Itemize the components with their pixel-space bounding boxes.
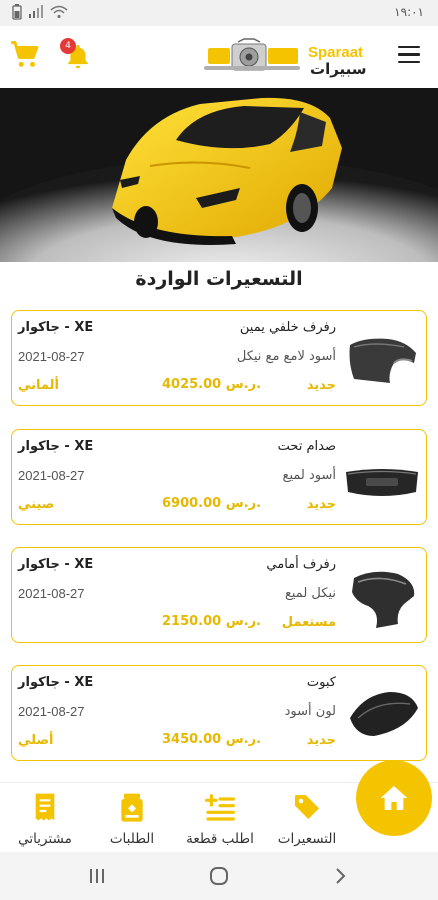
nav-request-part[interactable]: اطلب قطعة xyxy=(175,783,265,855)
nav-request-part-label: اطلب قطعة xyxy=(186,831,254,847)
quote-card[interactable]: رفرف أمامي نيكل لميع مستعمل 2150.00 ر.س.… xyxy=(11,547,427,643)
quote-card[interactable]: كبوت لون أسود جديد 3450.00 ر.س. جاكوار -… xyxy=(11,665,427,761)
nav-purchases[interactable]: مشترياتي xyxy=(0,783,90,855)
front-fender-image xyxy=(352,571,415,628)
nav-purchases-label: مشترياتي xyxy=(18,831,72,847)
part-name: صدام تحت xyxy=(277,439,336,454)
cart-icon xyxy=(11,41,39,67)
tag-icon xyxy=(295,795,319,819)
notifications-button[interactable]: 4 xyxy=(60,38,94,72)
app-screen: ١٩:٠١ 4 Sparaat سبيرات التسعيرات الواردة… xyxy=(0,0,438,900)
nav-orders-label: الطلبات xyxy=(109,831,155,847)
rear-fender-image xyxy=(349,338,416,383)
part-description: لون أسود xyxy=(284,704,336,719)
section-title: التسعيرات الواردة xyxy=(135,268,303,290)
bumper-image xyxy=(346,469,418,496)
sparaat-logo: Sparaat سبيرات xyxy=(202,36,367,78)
home-button[interactable] xyxy=(356,760,432,836)
part-price: 2150.00 ر.س. xyxy=(162,614,262,629)
quote-date: 2021-08-27 xyxy=(18,468,85,483)
hood-image xyxy=(350,692,418,736)
vehicle-model: جاكوار - XE xyxy=(18,675,94,690)
signal-icon xyxy=(29,5,43,18)
part-name: رفرف أمامي xyxy=(266,557,336,572)
logo-arabic-text: سبيرات xyxy=(310,60,367,78)
quote-card[interactable]: رفرف خلفي يمين أسود لامع مع نيكل جديد 40… xyxy=(11,310,427,406)
engine-logo-icon xyxy=(204,38,300,71)
quote-card[interactable]: صدام تحت أسود لميع جديد 6900.00 ر.س. جاك… xyxy=(11,429,427,525)
menu-button[interactable] xyxy=(398,46,420,64)
hero-banner xyxy=(0,88,438,262)
menu-icon xyxy=(398,46,420,49)
nav-pricing-label: التسعيرات xyxy=(277,831,337,847)
quote-date: 2021-08-27 xyxy=(18,704,85,719)
part-condition: جديد xyxy=(306,733,336,748)
cart-button[interactable] xyxy=(10,40,40,70)
back-icon[interactable] xyxy=(334,867,346,885)
wifi-icon xyxy=(50,5,68,19)
logo-latin-text: Sparaat xyxy=(308,44,364,61)
part-name: كبوت xyxy=(306,675,336,690)
part-origin: ألماني xyxy=(18,378,59,393)
battery-icon xyxy=(12,4,22,20)
status-time: ١٩:٠١ xyxy=(394,5,424,19)
menu-icon-line xyxy=(398,60,420,64)
notification-badge: 4 xyxy=(60,38,76,54)
menu-icon-line xyxy=(398,53,420,56)
orders-icon xyxy=(121,793,143,822)
part-condition: جديد xyxy=(306,378,336,393)
quote-date: 2021-08-27 xyxy=(18,349,85,364)
part-condition: جديد xyxy=(306,497,336,512)
part-condition: مستعمل xyxy=(281,615,336,630)
part-origin: أصلي xyxy=(18,733,54,748)
vehicle-model: جاكوار - XE xyxy=(18,439,94,454)
part-price: 3450.00 ر.س. xyxy=(162,732,262,747)
part-description: أسود لامع مع نيكل xyxy=(236,349,336,364)
vehicle-model: جاكوار - XE xyxy=(18,557,94,572)
status-icons xyxy=(12,4,68,20)
app-header: 4 Sparaat سبيرات xyxy=(0,26,438,88)
part-price: 6900.00 ر.س. xyxy=(162,496,262,511)
vehicle-model: جاكوار - XE xyxy=(18,320,94,335)
receipt-icon xyxy=(35,793,55,821)
part-price: 4025.00 ر.س. xyxy=(162,377,262,392)
system-navigation-bar xyxy=(0,852,438,900)
part-origin: صيني xyxy=(18,497,55,512)
quote-date: 2021-08-27 xyxy=(18,586,85,601)
home-icon xyxy=(380,786,408,810)
add-list-icon xyxy=(205,794,235,821)
nav-pricing[interactable]: التسعيرات xyxy=(262,783,352,855)
part-name: رفرف خلفي يمين xyxy=(239,320,336,335)
status-bar: ١٩:٠١ xyxy=(0,0,438,26)
nav-orders[interactable]: الطلبات xyxy=(87,783,177,855)
part-description: أسود لميع xyxy=(282,468,336,483)
home-circle-icon[interactable] xyxy=(209,866,229,886)
sports-car-image xyxy=(0,88,438,262)
recent-apps-icon[interactable] xyxy=(88,868,106,884)
part-description: نيكل لميع xyxy=(284,586,336,601)
